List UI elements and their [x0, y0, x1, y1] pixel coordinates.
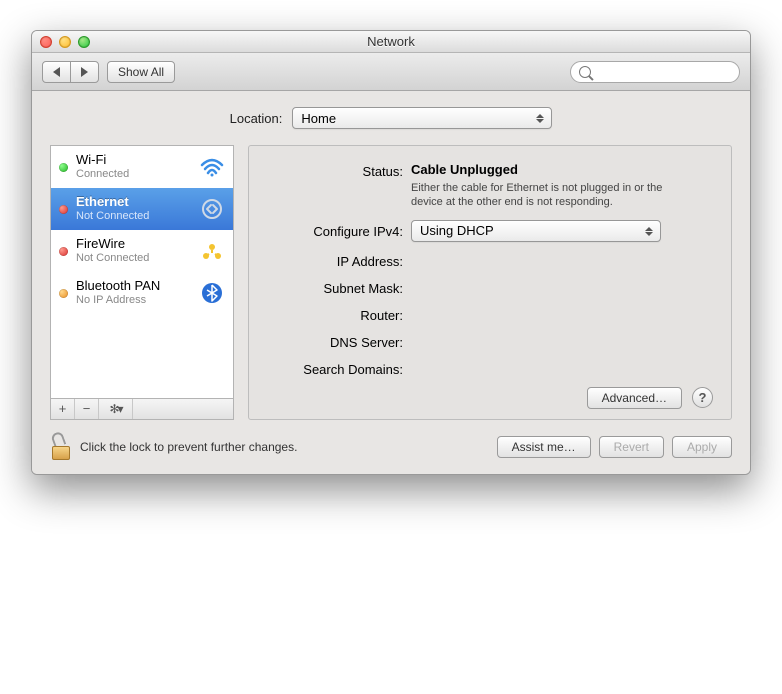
configure-ipv4-label: Configure IPv4: — [261, 222, 411, 239]
search-domains-label: Search Domains: — [261, 360, 411, 377]
service-actions-button[interactable]: ✻▾ — [99, 399, 133, 419]
updown-icon — [642, 224, 656, 239]
lock-text: Click the lock to prevent further change… — [80, 440, 297, 454]
forward-button[interactable] — [70, 61, 99, 83]
sidebar-item-label: Wi-Fi — [76, 153, 199, 168]
add-service-button[interactable]: + — [51, 399, 75, 419]
search-input[interactable] — [596, 64, 731, 80]
forward-icon — [81, 67, 88, 77]
sidebar-item-status: Not Connected — [76, 210, 199, 223]
ip-address-label: IP Address: — [261, 252, 411, 269]
minimize-window-button[interactable] — [59, 36, 71, 48]
sidebar-item-label: FireWire — [76, 237, 199, 252]
sidebar-item-label: Bluetooth PAN — [76, 279, 199, 294]
services-sidebar: Wi-Fi Connected Ethernet Not Connected — [50, 145, 234, 398]
bluetooth-icon — [199, 280, 225, 306]
status-dot-green-icon — [59, 163, 68, 172]
gear-icon: ✻▾ — [109, 402, 121, 416]
status-label: Status: — [261, 162, 411, 179]
apply-button[interactable]: Apply — [672, 436, 732, 458]
status-dot-red-icon — [59, 247, 68, 256]
updown-icon — [533, 111, 547, 126]
location-label: Location: — [230, 111, 283, 126]
search-field[interactable] — [570, 61, 740, 83]
status-dot-red-icon — [59, 205, 68, 214]
service-detail-panel: Status: Cable Unplugged Either the cable… — [248, 145, 732, 420]
location-value: Home — [301, 111, 336, 126]
sidebar-toolbar: + − ✻▾ — [50, 398, 234, 420]
close-window-button[interactable] — [40, 36, 52, 48]
status-message: Either the cable for Ethernet is not plu… — [411, 181, 691, 210]
sidebar-item-status: Connected — [76, 168, 199, 181]
configure-ipv4-popup[interactable]: Using DHCP — [411, 220, 661, 242]
sidebar-item-status: Not Connected — [76, 252, 199, 265]
back-icon — [53, 67, 60, 77]
window-title: Network — [32, 34, 750, 49]
assist-me-button[interactable]: Assist me… — [497, 436, 591, 458]
status-value: Cable Unplugged — [411, 162, 713, 177]
search-icon — [579, 66, 591, 78]
advanced-button[interactable]: Advanced… — [587, 387, 682, 409]
configure-ipv4-value: Using DHCP — [420, 223, 494, 238]
network-preferences-window: Network Show All Location: Home — [31, 30, 751, 475]
sidebar-item-bluetooth-pan[interactable]: Bluetooth PAN No IP Address — [51, 272, 233, 314]
router-label: Router: — [261, 306, 411, 323]
subnet-mask-label: Subnet Mask: — [261, 279, 411, 296]
revert-button[interactable]: Revert — [599, 436, 664, 458]
help-button[interactable]: ? — [692, 387, 713, 408]
sidebar-item-ethernet[interactable]: Ethernet Not Connected — [51, 188, 233, 230]
status-dot-orange-icon — [59, 289, 68, 298]
sidebar-item-wifi[interactable]: Wi-Fi Connected — [51, 146, 233, 188]
sidebar-item-label: Ethernet — [76, 195, 199, 210]
ethernet-icon — [199, 196, 225, 222]
location-popup[interactable]: Home — [292, 107, 552, 129]
dns-server-label: DNS Server: — [261, 333, 411, 350]
titlebar[interactable]: Network — [32, 31, 750, 53]
lock-body-icon — [52, 446, 70, 460]
sidebar-item-status: No IP Address — [76, 294, 199, 307]
show-all-button[interactable]: Show All — [107, 61, 175, 83]
zoom-window-button[interactable] — [78, 36, 90, 48]
lock-button[interactable] — [50, 434, 72, 460]
wifi-icon — [199, 154, 225, 180]
firewire-icon — [199, 238, 225, 264]
sidebar-item-firewire[interactable]: FireWire Not Connected — [51, 230, 233, 272]
toolbar: Show All — [32, 53, 750, 91]
back-button[interactable] — [42, 61, 71, 83]
remove-service-button[interactable]: − — [75, 399, 99, 419]
